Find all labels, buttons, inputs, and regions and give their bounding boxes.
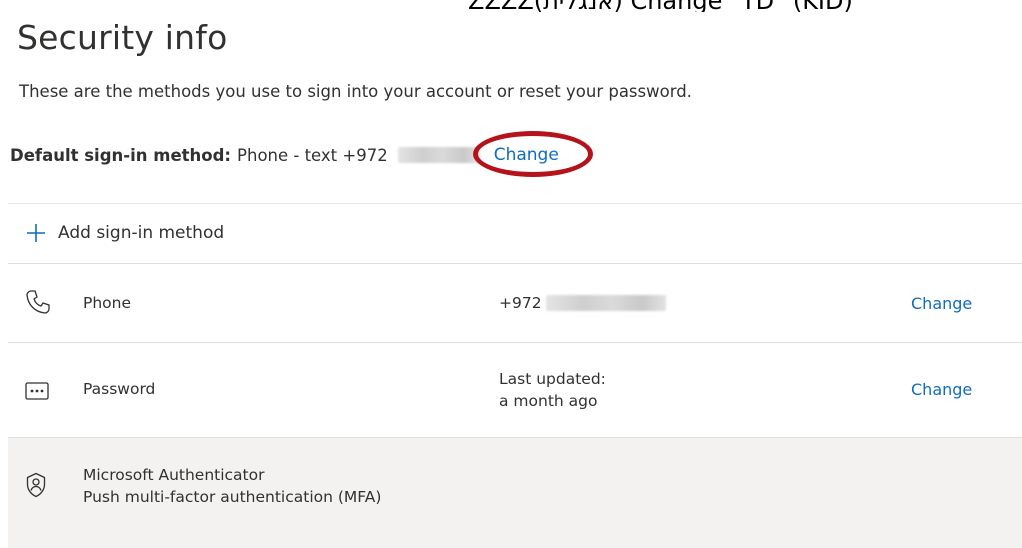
phone-icon: [26, 290, 50, 314]
top-caption: ‫(KID) "Change" TD (אנגלית)ZZZZ: [468, 0, 1022, 12]
page-title: Security info: [17, 18, 228, 57]
method-row-authenticator: Microsoft Authenticator Push multi-facto…: [8, 438, 1022, 548]
authenticator-subtitle: Push multi-factor authentication (MFA): [83, 488, 382, 506]
redacted-phone-number: [397, 147, 480, 163]
default-change-wrap: Change: [472, 131, 593, 177]
authenticator-title: Microsoft Authenticator: [83, 466, 265, 484]
default-method-change-link[interactable]: Change: [494, 145, 559, 165]
default-sign-in-method: Default sign-in method: Phone - text +97…: [10, 131, 593, 177]
method-name-authenticator: Microsoft Authenticator Push multi-facto…: [83, 464, 381, 508]
method-name-phone: Phone: [83, 294, 132, 312]
method-name-password: Password: [83, 380, 156, 398]
phone-change-link[interactable]: Change: [911, 294, 972, 313]
default-method-value: Phone - text +972: [237, 145, 388, 165]
method-row-phone: Phone +972 Change: [8, 264, 1022, 343]
phone-number-prefix: +972: [499, 294, 542, 312]
caption-text: ‫(KID) "Change" TD (אנגלית)ZZZZ: [468, 0, 853, 12]
method-row-password: Password Last updated: a month ago Chang…: [8, 343, 1022, 438]
authenticator-icon: [26, 472, 46, 498]
methods-panel: Add sign-in method Phone +972 Change Pas…: [8, 203, 1022, 548]
password-last-updated-value: a month ago: [499, 392, 598, 410]
default-method-label: Default sign-in method:: [10, 145, 232, 165]
password-icon: [25, 382, 49, 400]
page-subtitle: These are the methods you use to sign in…: [19, 82, 692, 101]
add-sign-in-method-row[interactable]: Add sign-in method: [8, 204, 1022, 264]
method-detail-phone: +972: [499, 292, 666, 314]
redacted-phone-number: [545, 295, 666, 311]
password-change-link[interactable]: Change: [911, 380, 972, 399]
add-sign-in-method-label: Add sign-in method: [58, 223, 225, 243]
method-detail-password: Last updated: a month ago: [499, 368, 606, 412]
password-last-updated-label: Last updated:: [499, 370, 606, 388]
plus-icon: [27, 224, 45, 242]
